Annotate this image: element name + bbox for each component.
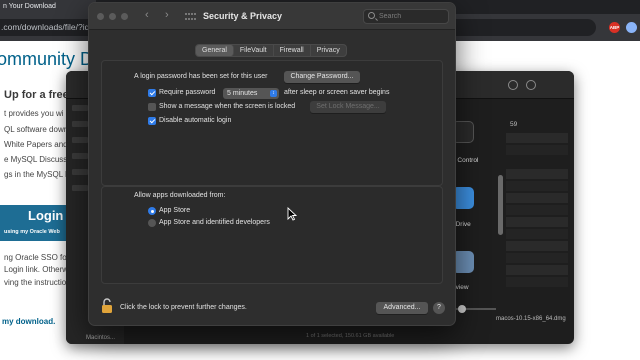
title-bar: ‹ › Security & Privacy	[89, 3, 455, 30]
page-text-line: ving the instructio	[4, 278, 67, 287]
require-password-suffix: after sleep or screen saver begins	[284, 89, 390, 96]
icon-size-slider-knob[interactable]	[458, 305, 466, 313]
finder-scrollbar[interactable]	[498, 175, 503, 235]
page-text-line: t provides you wi	[4, 109, 64, 118]
login-button[interactable]: Login using my Oracle Web	[0, 205, 76, 241]
require-password-delay-value: 5 minutes	[227, 90, 258, 97]
search-icon	[368, 12, 375, 19]
download-link[interactable]: my download.	[2, 317, 55, 326]
tag-icon[interactable]	[526, 80, 536, 90]
finder-row[interactable]	[506, 217, 568, 227]
window-title: Security & Privacy	[203, 11, 283, 21]
chevron-updown-icon: ↕	[270, 90, 277, 97]
finder-row[interactable]	[506, 241, 568, 251]
finder-row[interactable]	[506, 205, 568, 215]
tab-general[interactable]: General	[196, 45, 234, 56]
forward-arrow-icon[interactable]: ›	[165, 10, 169, 21]
tab-filevault[interactable]: FileVault	[234, 45, 274, 56]
back-arrow-icon[interactable]: ‹	[145, 10, 149, 21]
login-password-text: A login password has been set for this u…	[134, 73, 268, 80]
allow-apps-section: Allow apps downloaded from: App Store Ap…	[101, 186, 443, 284]
page-text-line: gs in the MySQL bu	[4, 170, 74, 179]
sidebar-item-macintosh-hd[interactable]: Macintos...	[86, 335, 115, 341]
sidebar-item[interactable]	[72, 185, 88, 191]
finder-row[interactable]	[506, 145, 568, 155]
tab-privacy[interactable]: Privacy	[311, 45, 346, 56]
dmg-filename[interactable]: macos-10.15-x86_64.dmg	[496, 316, 566, 322]
unlocked-lock-icon[interactable]	[101, 298, 115, 314]
lock-hint-text: Click the lock to prevent further change…	[120, 304, 247, 311]
mouse-cursor-icon	[287, 207, 297, 221]
finder-row[interactable]	[506, 277, 568, 287]
app-store-radio[interactable]	[148, 207, 156, 215]
tab-bar: General FileVault Firewall Privacy	[195, 44, 347, 57]
app-store-and-identified-radio[interactable]	[148, 219, 156, 227]
show-message-checkbox[interactable]	[148, 103, 156, 111]
app-store-and-identified-label: App Store and identified developers	[159, 219, 270, 226]
page-text-line: Login link. Otherw	[4, 265, 69, 274]
allow-apps-label: Allow apps downloaded from:	[134, 192, 226, 199]
require-password-checkbox[interactable]	[148, 89, 156, 97]
finder-row[interactable]	[506, 229, 568, 239]
require-password-delay-select[interactable]: 5 minutes ↕	[223, 88, 279, 99]
browser-tab[interactable]: n Your Download	[0, 0, 96, 14]
finder-status-text: 1 of 1 selected, 150.61 GB available	[306, 333, 395, 339]
page-heading: ommunity D	[0, 49, 94, 69]
finder-row[interactable]	[506, 181, 568, 191]
page-text-line: QL software downlo	[4, 125, 75, 134]
disable-auto-login-checkbox[interactable]	[148, 117, 156, 125]
page-text-line: ng Oracle SSO for	[4, 253, 70, 262]
close-window-button[interactable]	[97, 13, 104, 20]
zoom-window-button[interactable]	[121, 13, 128, 20]
require-password-label: Require password	[159, 89, 216, 96]
help-button[interactable]: ?	[433, 302, 445, 314]
change-password-button[interactable]: Change Password...	[284, 71, 360, 83]
sidebar-item[interactable]	[72, 105, 88, 111]
finder-column-value: 59	[510, 121, 518, 128]
sidebar-item[interactable]	[72, 153, 88, 159]
login-sublabel: using my Oracle Web	[4, 229, 60, 235]
share-icon[interactable]	[508, 80, 518, 90]
disable-auto-login-label: Disable automatic login	[159, 117, 232, 124]
page-text-line: White Papers and	[4, 140, 68, 149]
page-text-line: e MySQL Discussi	[4, 155, 70, 164]
show-all-grid-icon[interactable]	[185, 13, 196, 21]
sidebar-item[interactable]	[72, 121, 88, 127]
advanced-button[interactable]: Advanced...	[376, 302, 428, 314]
login-label: Login	[28, 208, 64, 223]
minimize-window-button[interactable]	[109, 13, 116, 20]
app-store-label: App Store	[159, 207, 191, 214]
finder-row[interactable]	[506, 133, 568, 143]
finder-row[interactable]	[506, 265, 568, 275]
search-field[interactable]	[363, 9, 449, 24]
show-message-label: Show a message when the screen is locked	[159, 103, 296, 110]
profile-avatar[interactable]	[626, 22, 637, 33]
security-privacy-window: ‹ › Security & Privacy General FileVault…	[88, 2, 456, 326]
tab-firewall[interactable]: Firewall	[274, 45, 311, 56]
search-input[interactable]	[379, 11, 447, 22]
finder-row[interactable]	[506, 253, 568, 263]
finder-row[interactable]	[506, 169, 568, 179]
finder-row[interactable]	[506, 193, 568, 203]
sidebar-item[interactable]	[72, 169, 88, 175]
adblock-extension-icon[interactable]: ABP	[609, 22, 620, 33]
set-lock-message-button[interactable]: Set Lock Message...	[310, 101, 386, 113]
login-settings-section: A login password has been set for this u…	[101, 60, 443, 186]
sidebar-item[interactable]	[72, 137, 88, 143]
